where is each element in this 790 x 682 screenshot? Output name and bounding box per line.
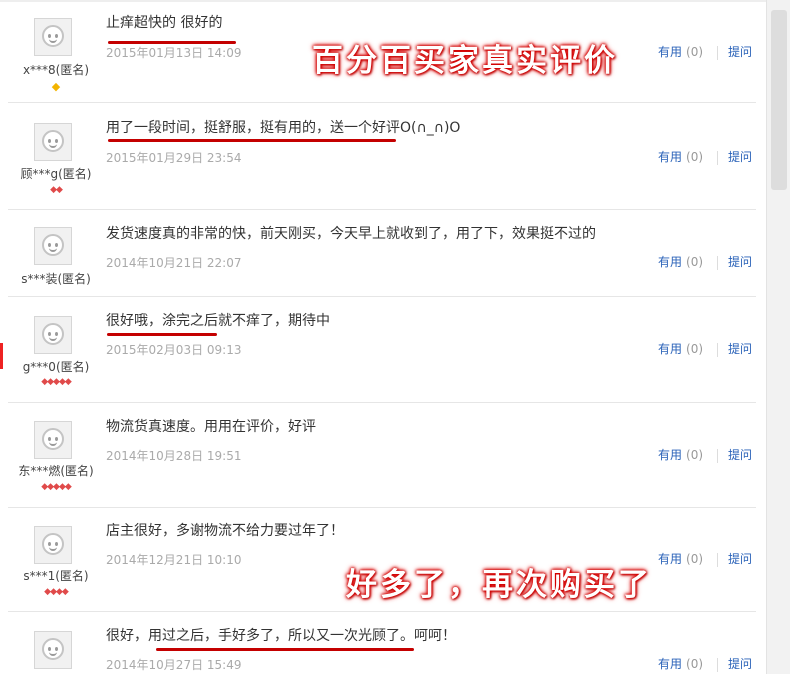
review-date: 2015年01月13日 14:09: [106, 46, 242, 60]
scrollbar-thumb[interactable]: [771, 10, 787, 190]
level-badge-icon: ◆◆◆◆: [44, 587, 69, 597]
useful-count: (0): [686, 342, 704, 356]
review-actions: 有用 (0) 提问: [658, 43, 752, 60]
side-marker: [0, 343, 3, 369]
useful-count: (0): [686, 448, 704, 462]
ask-button[interactable]: 提问: [728, 342, 752, 356]
user-avatar: [34, 123, 72, 161]
red-underline-mark: [108, 139, 396, 142]
review-item: 东***燃(匿名) ◆◆◆◆◆ 物流货真速度。用用在评价，好评 2014年10月…: [8, 403, 756, 508]
red-underline-mark: [156, 648, 414, 651]
useful-button[interactable]: 有用: [658, 150, 682, 164]
review-date: 2015年01月29日 23:54: [106, 151, 242, 165]
user-avatar: [34, 631, 72, 669]
review-actions: 有用 (0) 提问: [658, 655, 752, 672]
review-content: 店主很好，多谢物流不给力要过年了！: [106, 523, 344, 539]
scrollbar[interactable]: [766, 0, 790, 674]
useful-button[interactable]: 有用: [658, 45, 682, 59]
useful-button[interactable]: 有用: [658, 552, 682, 566]
review-item: 顾***g(匿名) ◆◆ 用了一段时间，挺舒服，挺有用的，送一个好评O(∩_∩)…: [8, 103, 756, 210]
user-name: g***0(匿名): [22, 360, 90, 374]
review-date: 2015年02月03日 09:13: [106, 343, 242, 357]
user-name: x***8(匿名): [22, 63, 90, 77]
review-actions: 有用 (0) 提问: [658, 340, 752, 357]
review-content: 很好，用过之后，手好多了，所以又一次光顾了。呵呵！: [106, 628, 456, 644]
level-badge-icon: ◆: [51, 80, 61, 93]
level-badge-icon: ◆◆: [50, 185, 63, 195]
user-name: 顾***g(匿名): [20, 167, 92, 181]
review-content: 用了一段时间，挺舒服，挺有用的，送一个好评O(∩_∩)O: [106, 120, 461, 136]
review-actions: 有用 (0) 提问: [658, 550, 752, 567]
user-name: 东***燃(匿名): [18, 464, 94, 478]
review-date: 2014年10月27日 15:49: [106, 658, 242, 672]
useful-button[interactable]: 有用: [658, 342, 682, 356]
useful-count: (0): [686, 255, 704, 269]
review-item: s***装(匿名) 发货速度真的非常的快，前天刚买，今天早上就收到了，用了下，效…: [8, 210, 756, 297]
review-actions: 有用 (0) 提问: [658, 148, 752, 165]
user-avatar: [34, 526, 72, 564]
user-name: s***装(匿名): [21, 272, 91, 286]
review-actions: 有用 (0) 提问: [658, 446, 752, 463]
ask-button[interactable]: 提问: [728, 552, 752, 566]
review-date: 2014年12月21日 10:10: [106, 553, 242, 567]
useful-count: (0): [686, 552, 704, 566]
ask-button[interactable]: 提问: [728, 255, 752, 269]
ask-button[interactable]: 提问: [728, 150, 752, 164]
review-date: 2014年10月28日 19:51: [106, 449, 242, 463]
review-item: 很好，用过之后，手好多了，所以又一次光顾了。呵呵！ 2014年10月27日 15…: [8, 612, 756, 682]
review-date: 2014年10月21日 22:07: [106, 256, 242, 270]
level-badge-icon: ◆◆◆◆◆: [41, 482, 72, 492]
useful-button[interactable]: 有用: [658, 657, 682, 671]
review-content: 发货速度真的非常的快，前天刚买，今天早上就收到了，用了下，效果挺不过的: [106, 226, 596, 242]
red-underline-mark: [107, 333, 217, 336]
overlay-banner-top: 百分百买家真实评价: [312, 43, 618, 79]
review-actions: 有用 (0) 提问: [658, 253, 752, 270]
user-avatar: [34, 316, 72, 354]
ask-button[interactable]: 提问: [728, 45, 752, 59]
useful-button[interactable]: 有用: [658, 448, 682, 462]
useful-count: (0): [686, 657, 704, 671]
user-avatar: [34, 421, 72, 459]
ask-button[interactable]: 提问: [728, 657, 752, 671]
useful-button[interactable]: 有用: [658, 255, 682, 269]
review-item: g***0(匿名) ◆◆◆◆◆ 很好哦，涂完之后就不痒了，期待中 2015年02…: [0, 297, 756, 403]
user-avatar: [34, 18, 72, 56]
useful-count: (0): [686, 45, 704, 59]
review-content: 止痒超快的 很好的: [106, 15, 223, 31]
user-avatar: [34, 227, 72, 265]
overlay-banner-bottom: 好多了，再次购买了: [346, 567, 652, 603]
review-content: 很好哦，涂完之后就不痒了，期待中: [106, 313, 330, 329]
user-name: s***1(匿名): [23, 569, 89, 583]
review-content: 物流货真速度。用用在评价，好评: [106, 419, 316, 435]
ask-button[interactable]: 提问: [728, 448, 752, 462]
level-badge-icon: ◆◆◆◆◆: [41, 377, 72, 387]
useful-count: (0): [686, 150, 704, 164]
